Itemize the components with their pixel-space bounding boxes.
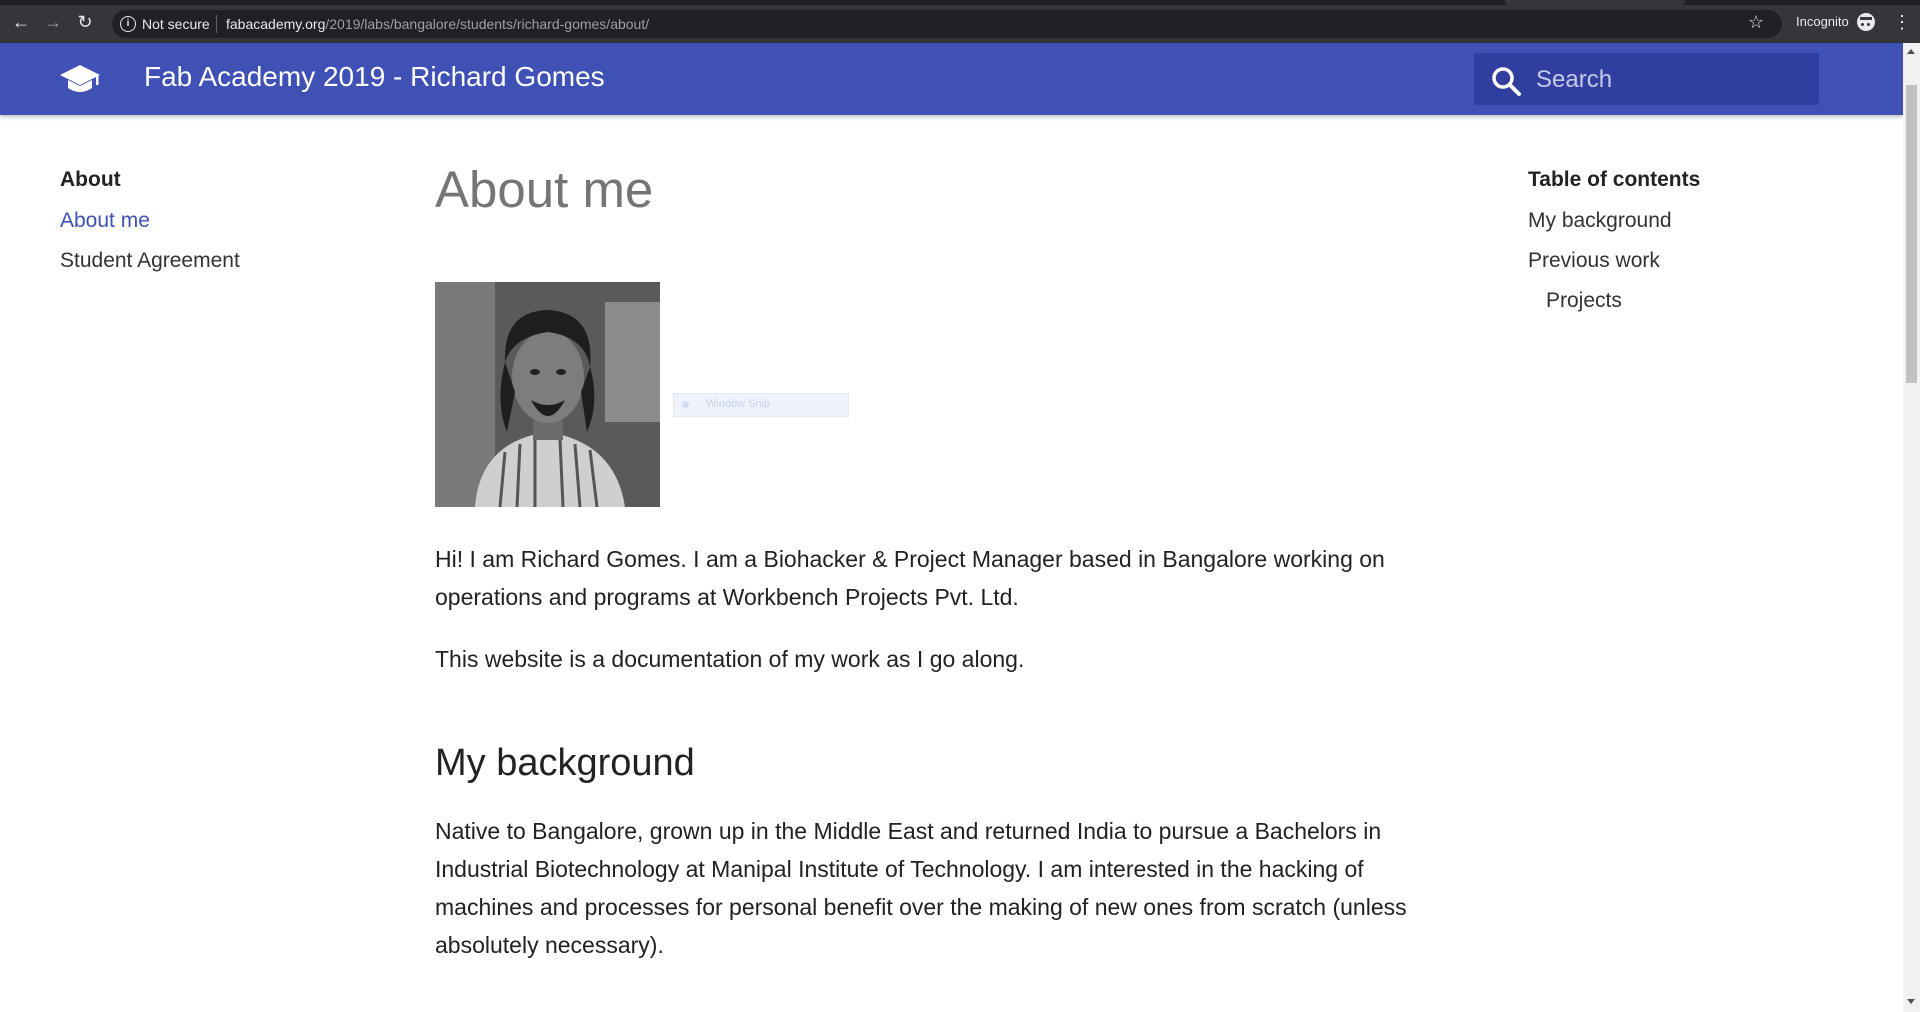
scroll-thumb[interactable] — [1906, 85, 1917, 383]
search-icon[interactable] — [1490, 65, 1522, 97]
sidebar-nav: About About me Student Agreement — [60, 168, 240, 289]
sidebar-title: About — [60, 168, 121, 191]
star-icon[interactable]: ☆ — [1748, 11, 1764, 33]
page-scrollbar[interactable] — [1903, 43, 1920, 1012]
url-path: /2019/labs/bangalore/students/richard-go… — [325, 16, 650, 32]
profile-photo — [435, 282, 660, 507]
snip-label: Window Snip — [706, 398, 771, 410]
scroll-up-arrow-icon[interactable] — [1907, 49, 1915, 54]
incognito-label: Incognito — [1796, 14, 1849, 29]
section-heading-my-background: My background — [435, 742, 695, 784]
snip-icon — [682, 401, 689, 408]
more-vert-icon[interactable]: ⋮ — [1893, 11, 1911, 33]
search-input[interactable] — [1534, 61, 1808, 99]
toc-title: Table of contents — [1528, 168, 1701, 191]
url-host: fabacademy.org — [226, 16, 326, 32]
address-bar[interactable]: i Not secure fabacademy.org/2019/labs/ba… — [112, 10, 1782, 38]
page-title: About me — [435, 161, 654, 218]
site-header: Fab Academy 2019 - Richard Gomes — [0, 43, 1903, 115]
note-paragraph: This website is a documentation of my wo… — [435, 646, 1025, 672]
toc-item-projects[interactable]: Projects — [1546, 289, 1700, 313]
graduation-cap-icon[interactable] — [58, 63, 102, 97]
back-arrow-icon[interactable]: ← — [10, 11, 32, 33]
intro-paragraph: Hi! I am Richard Gomes. I am a Biohacker… — [435, 546, 1385, 610]
info-icon[interactable]: i — [120, 16, 136, 32]
address-separator — [216, 15, 217, 33]
toc-item-previous-work[interactable]: Previous work — [1528, 249, 1700, 273]
background-paragraph: Native to Bangalore, grown up in the Mid… — [435, 818, 1407, 958]
article-body: Hi! I am Richard Gomes. I am a Biohacker… — [435, 540, 1455, 988]
browser-tab[interactable] — [1505, 0, 1685, 5]
incognito-icon[interactable] — [1857, 13, 1875, 31]
browser-toolbar: ← → ↻ i Not secure fabacademy.org/2019/l… — [0, 0, 1920, 43]
window-snip-tooltip: Window Snip — [673, 393, 849, 417]
search-box[interactable] — [1474, 53, 1819, 105]
table-of-contents: Table of contents My background Previous… — [1528, 168, 1700, 329]
sidebar-item-about-me[interactable]: About me — [60, 209, 240, 233]
sidebar-item-student-agreement[interactable]: Student Agreement — [60, 249, 240, 273]
reload-icon[interactable]: ↻ — [74, 11, 96, 33]
toc-item-my-background[interactable]: My background — [1528, 209, 1700, 233]
scroll-down-arrow-icon[interactable] — [1907, 999, 1915, 1004]
main-content: About me Window Snip Hi! I am Richard Go… — [435, 160, 1455, 958]
site-title[interactable]: Fab Academy 2019 - Richard Gomes — [144, 61, 605, 93]
url-text[interactable]: fabacademy.org/2019/labs/bangalore/stude… — [226, 16, 649, 32]
forward-arrow-icon[interactable]: → — [42, 11, 64, 33]
security-label[interactable]: Not secure — [142, 16, 210, 32]
